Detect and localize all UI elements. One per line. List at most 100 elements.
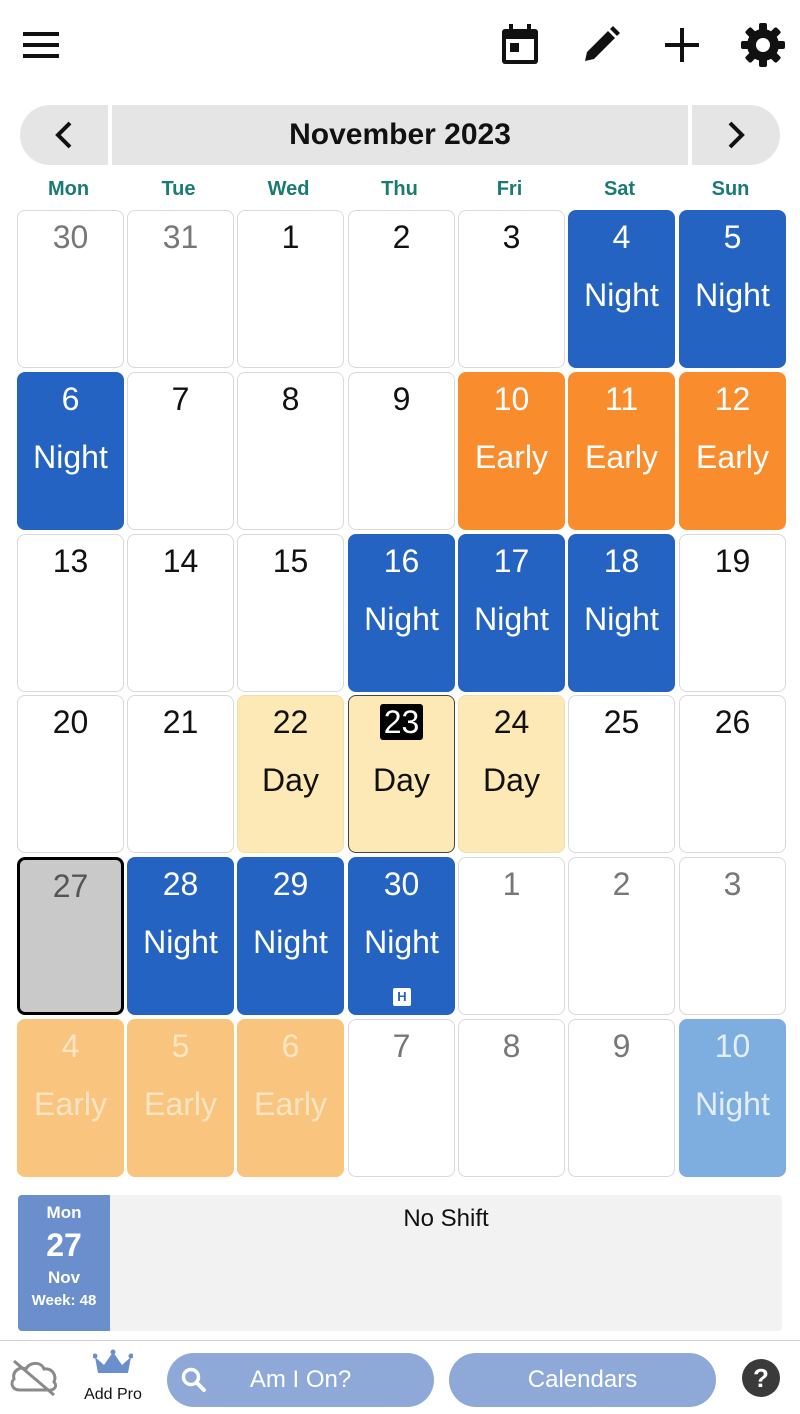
day-number: 10 — [714, 1028, 751, 1064]
help-icon: ? — [753, 1363, 769, 1393]
shift-label: Night — [364, 924, 439, 960]
help-button[interactable]: ? — [742, 1359, 780, 1397]
day-number: 30 — [52, 219, 89, 255]
calendar-day-cell[interactable]: 27 — [17, 857, 124, 1015]
calendar-day-cell[interactable]: 17 Night — [458, 534, 565, 692]
am-i-on-button[interactable]: Am I On? — [167, 1353, 434, 1407]
day-number: 20 — [52, 704, 89, 740]
shift-label: Night — [695, 1086, 770, 1122]
detail-day-number: 27 — [46, 1227, 82, 1263]
calendar-day-cell[interactable]: 20 — [17, 695, 124, 853]
day-number: 21 — [162, 704, 199, 740]
day-number: 17 — [493, 543, 530, 579]
calendar-day-cell[interactable]: 23 Day — [348, 695, 455, 853]
day-detail-panel: Mon 27 Nov Week: 48 No Shift — [18, 1195, 782, 1331]
day-number: 6 — [61, 381, 80, 417]
shift-label: Day — [262, 762, 319, 798]
calendar-day-cell[interactable]: 3 — [679, 857, 786, 1015]
calendar-day-cell[interactable]: 15 — [237, 534, 344, 692]
calendar-day-cell[interactable]: 1 — [237, 210, 344, 368]
day-number: 22 — [272, 704, 309, 740]
calendar-day-cell[interactable]: 5 Night — [679, 210, 786, 368]
calendar-day-cell[interactable]: 6 Early — [237, 1019, 344, 1177]
day-number: 4 — [612, 219, 631, 255]
calendar-day-cell[interactable]: 19 — [679, 534, 786, 692]
calendar-day-cell[interactable]: 6 Night — [17, 372, 124, 530]
calendar-day-cell[interactable]: 10 Early — [458, 372, 565, 530]
calendars-button[interactable]: Calendars — [449, 1353, 716, 1407]
calendar-day-cell[interactable]: 13 — [17, 534, 124, 692]
calendar-day-cell[interactable]: 30 — [17, 210, 124, 368]
day-number: 6 — [281, 1028, 300, 1064]
calendar-day-cell[interactable]: 9 — [348, 372, 455, 530]
shift-label: Night — [584, 277, 659, 313]
calendar-day-cell[interactable]: 10 Night — [679, 1019, 786, 1177]
calendar-day-cell[interactable]: 21 — [127, 695, 234, 853]
calendar-day-cell[interactable]: 26 — [679, 695, 786, 853]
day-number: 9 — [612, 1028, 631, 1064]
calendar-day-cell[interactable]: 8 — [458, 1019, 565, 1177]
calendar-day-cell[interactable]: 29 Night — [237, 857, 344, 1015]
calendar-day-cell[interactable]: 3 — [458, 210, 565, 368]
sync-button[interactable] — [8, 1357, 60, 1402]
shift-label: Day — [483, 762, 540, 798]
day-number: 8 — [502, 1028, 521, 1064]
holiday-badge-icon: H — [393, 988, 411, 1006]
calendar-day-cell[interactable]: 18 Night — [568, 534, 675, 692]
day-number: 8 — [281, 381, 300, 417]
shift-label: Night — [143, 924, 218, 960]
calendar-day-cell[interactable]: 5 Early — [127, 1019, 234, 1177]
day-number: 7 — [392, 1028, 411, 1064]
calendar-day-cell[interactable]: 9 — [568, 1019, 675, 1177]
day-number: 16 — [383, 543, 420, 579]
day-number: 26 — [714, 704, 751, 740]
calendar-day-cell[interactable]: 11 Early — [568, 372, 675, 530]
calendar-day-cell[interactable]: 14 — [127, 534, 234, 692]
day-number: 14 — [162, 543, 199, 579]
calendar-day-cell[interactable]: 30 Night H — [348, 857, 455, 1015]
selected-date-box: Mon 27 Nov Week: 48 — [18, 1195, 110, 1331]
day-number: 3 — [502, 219, 521, 255]
shift-label: Night — [33, 439, 108, 475]
day-number: 10 — [493, 381, 530, 417]
today-day-number: 23 — [379, 704, 424, 740]
shift-label: Night — [253, 924, 328, 960]
calendar-day-cell[interactable]: 22 Day — [237, 695, 344, 853]
shift-label: Night — [695, 277, 770, 313]
day-number: 15 — [272, 543, 309, 579]
calendar-day-cell[interactable]: 1 — [458, 857, 565, 1015]
search-icon — [181, 1367, 206, 1392]
day-number: 28 — [162, 866, 199, 902]
shift-label: Early — [696, 439, 769, 475]
shift-label: Early — [254, 1086, 327, 1122]
day-number: 18 — [603, 543, 640, 579]
calendar-day-cell[interactable]: 4 Night — [568, 210, 675, 368]
day-number: 1 — [502, 866, 521, 902]
day-number: 29 — [272, 866, 309, 902]
calendar-day-cell[interactable]: 2 — [348, 210, 455, 368]
shift-label: Early — [144, 1086, 217, 1122]
calendar-day-cell[interactable]: 2 — [568, 857, 675, 1015]
calendar-day-cell[interactable]: 7 — [127, 372, 234, 530]
calendar-day-cell[interactable]: 4 Early — [17, 1019, 124, 1177]
shift-label: Night — [364, 601, 439, 637]
calendar-day-cell[interactable]: 24 Day — [458, 695, 565, 853]
shift-label: Early — [585, 439, 658, 475]
calendar-day-cell[interactable]: 31 — [127, 210, 234, 368]
day-number: 13 — [52, 543, 89, 579]
calendar-day-cell[interactable]: 8 — [237, 372, 344, 530]
day-number: 27 — [52, 868, 89, 904]
calendar-day-cell[interactable]: 7 — [348, 1019, 455, 1177]
day-number: 2 — [612, 866, 631, 902]
day-number: 2 — [392, 219, 411, 255]
add-pro-button[interactable]: Add Pro — [78, 1349, 148, 1404]
am-i-on-label: Am I On? — [249, 1366, 352, 1393]
detail-weekday: Mon — [46, 1203, 82, 1222]
day-number: 31 — [162, 219, 199, 255]
calendar-day-cell[interactable]: 25 — [568, 695, 675, 853]
shift-label: Early — [34, 1086, 107, 1122]
calendar-day-cell[interactable]: 28 Night — [127, 857, 234, 1015]
calendar-day-cell[interactable]: 12 Early — [679, 372, 786, 530]
detail-shift-status: No Shift — [403, 1205, 489, 1232]
calendar-day-cell[interactable]: 16 Night — [348, 534, 455, 692]
